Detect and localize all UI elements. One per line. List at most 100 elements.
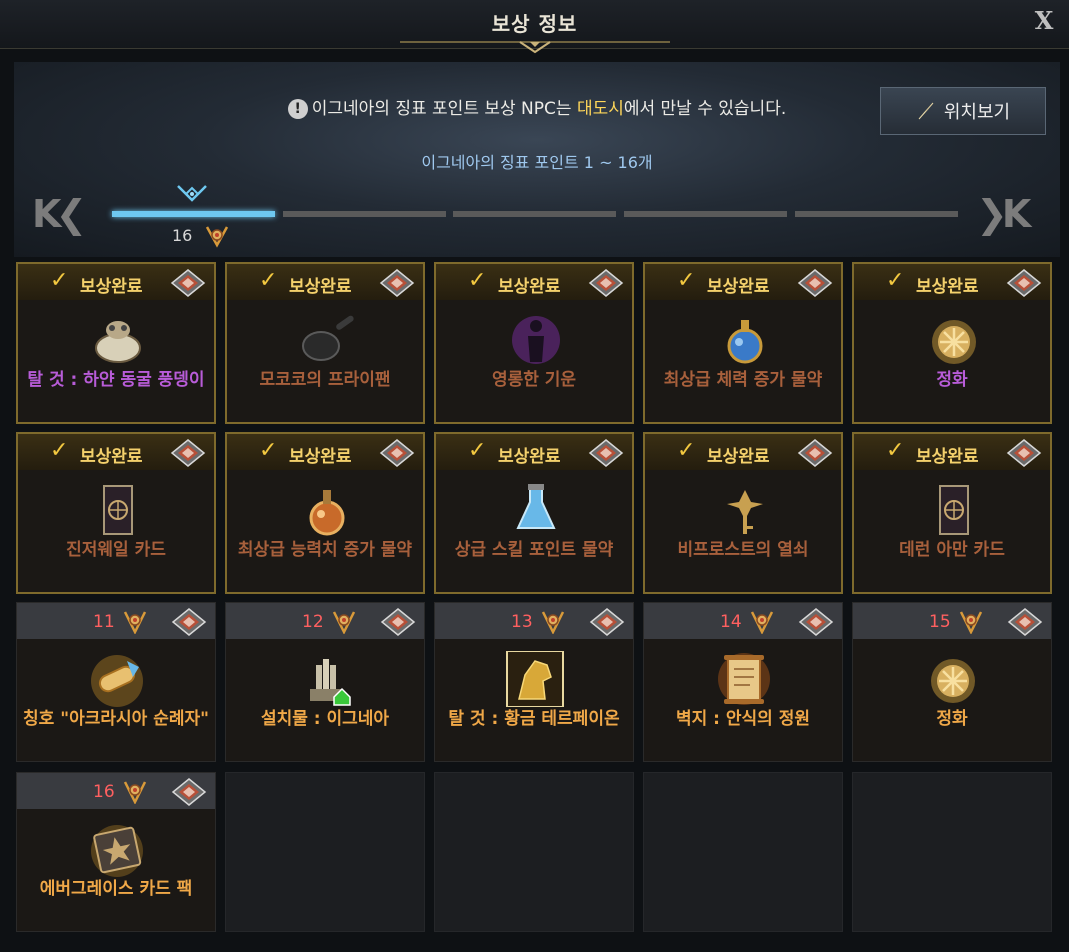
reward-status: 보상완료 — [916, 447, 979, 467]
engrave-gem-icon — [380, 608, 416, 636]
card-icon — [103, 485, 133, 535]
engrave-gem-icon — [1007, 608, 1043, 636]
reward-card-header: ✓ 보상완료 — [18, 264, 214, 300]
title-ornament-icon — [400, 41, 670, 54]
nav-last-button[interactable]: ❯K — [976, 195, 1031, 233]
potion-blue-icon — [727, 320, 763, 364]
reward-card[interactable]: ✓ 보상완료 진저웨일 카드 — [16, 432, 216, 594]
title-scroll-icon — [91, 655, 143, 707]
engrave-gem-icon — [170, 439, 206, 467]
engrave-gem-icon — [797, 269, 833, 297]
empty-reward-slot — [852, 772, 1052, 932]
progress-segment[interactable] — [112, 211, 275, 217]
progress-segment[interactable] — [795, 211, 958, 217]
reward-card[interactable]: 14 벽지 : 안식의 정원 — [643, 602, 843, 762]
notice-text-pre: 이그네아의 징표 포인트 보상 NPC는 — [311, 99, 577, 119]
reward-card[interactable]: ✓ 보상완료 상급 스킬 포인트 물약 — [434, 432, 634, 594]
reward-name: 비프로스트의 열쇠 — [677, 540, 809, 560]
reward-status: 보상완료 — [498, 277, 561, 297]
reward-name: 칭호 "아크라시아 순례자" — [23, 709, 209, 729]
reward-card-header: ✓ 보상완료 — [227, 434, 423, 470]
reward-status: 보상완료 — [707, 277, 770, 297]
nav-first-button[interactable]: K❮ — [32, 195, 87, 233]
compass-needle-icon — [918, 102, 934, 120]
check-icon: ✓ — [50, 438, 69, 463]
statue-icon — [310, 659, 351, 706]
reward-card[interactable]: ✓ 보상완료 최상급 능력치 증가 물약 — [225, 432, 425, 594]
engrave-gem-icon — [589, 608, 625, 636]
ignea-emblem-icon — [123, 611, 147, 634]
potion-flask-icon — [516, 484, 556, 529]
engrave-gem-icon — [798, 608, 834, 636]
reward-slot-number: 12 — [302, 612, 324, 632]
purify-icon — [932, 320, 976, 364]
location-button[interactable]: 위치보기 — [880, 87, 1046, 135]
check-icon: ✓ — [677, 268, 696, 293]
progress-marker-icon — [177, 185, 207, 202]
reward-card[interactable]: ✓ 보상완료정화 — [852, 262, 1052, 424]
reward-card[interactable]: ✓ 보상완료 모코코의 프라이팬 — [225, 262, 425, 424]
check-icon: ✓ — [468, 438, 487, 463]
golden-horse-icon — [506, 651, 564, 707]
purify-icon — [931, 659, 975, 703]
reward-card-header: ✓ 보상완료 — [227, 264, 423, 300]
point-range: 이그네아의 징표 포인트 1 ~ 16개 — [421, 153, 653, 172]
reward-card[interactable]: 12 설치물 : 이그네아 — [225, 602, 425, 762]
engrave-gem-icon — [379, 439, 415, 467]
reward-card[interactable]: ✓ 보상완료 데런 아만 카드 — [852, 432, 1052, 594]
engrave-gem-icon — [170, 269, 206, 297]
reward-card-header: 16 — [17, 773, 215, 809]
reward-card[interactable]: 13 탈 것 : 황금 테르페이온 — [434, 602, 634, 762]
notice-highlight: 대도시 — [576, 99, 624, 119]
reward-name: 설치물 : 이그네아 — [260, 709, 390, 729]
progress-segment[interactable] — [624, 211, 787, 217]
reward-card-header: 13 — [435, 603, 633, 639]
frying-pan-icon — [302, 315, 354, 361]
reward-name: 최상급 체력 증가 물약 — [663, 370, 823, 390]
ignea-emblem-icon — [123, 781, 147, 804]
engrave-gem-icon — [171, 608, 207, 636]
empty-reward-slot — [225, 772, 425, 932]
reward-slot-number: 16 — [93, 782, 115, 802]
card-icon — [939, 485, 969, 535]
reward-name: 벽지 : 안식의 정원 — [675, 709, 811, 729]
engrave-gem-icon — [1006, 269, 1042, 297]
reward-card[interactable]: 15 정화 — [852, 602, 1052, 762]
check-icon: ✓ — [677, 438, 696, 463]
check-icon: ✓ — [259, 268, 278, 293]
close-button[interactable]: X — [1029, 6, 1059, 36]
card-pack-icon — [91, 825, 143, 877]
location-button-label: 위치보기 — [943, 102, 1011, 123]
reward-card-header: 15 — [853, 603, 1051, 639]
reward-card[interactable]: ✓ 보상완료최상급 체력 증가 물약 — [643, 262, 843, 424]
reward-card[interactable]: ✓ 보상완료 비프로스트의 열쇠 — [643, 432, 843, 594]
window-title: 보상 정보 — [491, 12, 578, 36]
ignea-emblem-icon — [332, 611, 356, 634]
reward-name: 탈 것 : 하얀 동굴 풍뎅이 — [27, 370, 205, 390]
reward-name: 에버그레이스 카드 팩 — [39, 879, 193, 899]
ignea-emblem-icon — [205, 226, 229, 248]
info-icon: ! — [287, 99, 308, 119]
mount-beetle-icon — [95, 321, 141, 363]
reward-card[interactable]: 16 에버그레이스 카드 팩 — [16, 772, 216, 932]
reward-name: 상급 스킬 포인트 물약 — [454, 540, 614, 560]
reward-status: 보상완료 — [80, 277, 143, 297]
reward-card[interactable]: ✓ 보상완료탈 것 : 하얀 동굴 풍뎅이 — [16, 262, 216, 424]
empty-reward-slot — [643, 772, 843, 932]
reward-card-header: 14 — [644, 603, 842, 639]
reward-slot-number: 15 — [929, 612, 951, 632]
check-icon: ✓ — [259, 438, 278, 463]
reward-card[interactable]: ✓ 보상완료 영롱한 기운 — [434, 262, 634, 424]
reward-name: 정화 — [936, 370, 968, 390]
reward-slot-number: 11 — [93, 612, 115, 632]
check-icon: ✓ — [886, 438, 905, 463]
progress-segment[interactable] — [283, 211, 446, 217]
reward-status: 보상완료 — [289, 277, 352, 297]
title-bar: 보상 정보 X — [0, 0, 1069, 54]
reward-name: 정화 — [936, 709, 968, 729]
reward-card-header: ✓ 보상완료 — [854, 434, 1050, 470]
potion-orange-icon — [309, 490, 345, 536]
reward-card-header: ✓ 보상완료 — [854, 264, 1050, 300]
progress-segment[interactable] — [453, 211, 616, 217]
reward-card[interactable]: 11 칭호 "아크라시아 순례자" — [16, 602, 216, 762]
